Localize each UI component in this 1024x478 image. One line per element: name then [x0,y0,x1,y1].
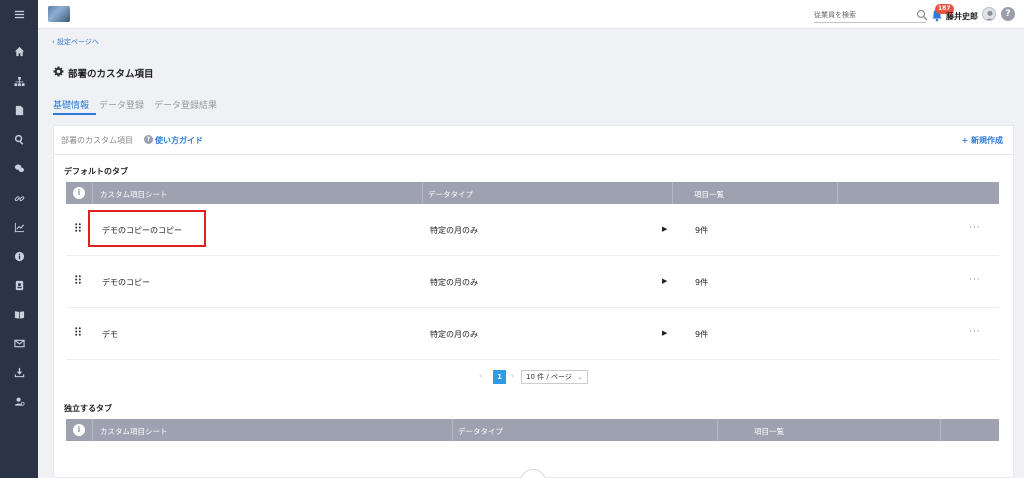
user-settings-icon[interactable] [0,393,38,409]
chevron-left-icon[interactable]: ‹ [479,371,482,380]
search-sidebar-icon[interactable] [0,131,38,147]
item-count: 9件 [695,226,709,235]
more-options-icon[interactable]: ··· [969,223,981,233]
avatar[interactable] [982,7,996,21]
gear-icon [53,66,64,77]
info-icon[interactable] [0,248,38,264]
column-divider [717,419,718,441]
item-count: 9件 [695,330,709,339]
column-header-sheet: カスタム項目シート [100,190,168,199]
document-icon[interactable] [0,102,38,118]
info-icon[interactable]: i [73,424,85,436]
question-icon: ? [144,135,153,144]
book-icon[interactable] [0,306,38,322]
tab-basic-info[interactable]: 基礎情報 [53,98,89,111]
drag-handle-icon[interactable] [75,223,81,232]
sheet-name[interactable]: デモ [102,329,118,340]
info-icon[interactable]: i [73,187,85,199]
page-size-label: 10 件 / ページ [526,373,572,381]
chevron-right-icon[interactable]: › [511,371,514,380]
independent-table-header: i カスタム項目シート データタイプ 項目一覧 [66,419,999,441]
sidebar [0,0,38,478]
back-to-settings-link[interactable]: ‹ 設定ページへ [52,37,99,47]
more-options-icon[interactable]: ··· [969,275,981,285]
column-divider [92,419,93,441]
current-page-button[interactable]: 1 [493,370,506,384]
mail-icon[interactable] [0,335,38,351]
column-header-data-type: データタイプ [458,427,503,436]
default-table-header: i カスタム項目シート データタイプ 項目一覧 [66,182,999,204]
help-icon[interactable]: ? [1001,7,1015,21]
org-chart-icon[interactable] [0,73,38,89]
column-divider [837,182,838,204]
table-row[interactable]: デモのコピーのコピー 特定の月のみ ▶ 9件 ··· [66,204,999,256]
default-tab-label: デフォルトのタブ [64,167,128,176]
column-header-item-list: 項目一覧 [694,190,724,199]
create-new-button[interactable]: + 新規作成 [962,135,1004,146]
card-header: 部署のカスタム項目 ? 使い方ガイド + 新規作成 [54,126,1013,155]
independent-tab-label: 独立するタブ [64,404,112,413]
column-divider [940,419,941,441]
data-type: 特定の月のみ [430,226,478,235]
user-name[interactable]: 藤井史郎 [946,11,978,22]
link-icon[interactable] [0,190,38,206]
employee-search[interactable] [814,8,926,23]
chat-icon[interactable] [0,160,38,176]
card-title: 部署のカスタム項目 [61,136,133,145]
caret-right-icon[interactable]: ▶ [662,225,667,233]
sheet-name[interactable]: デモのコピーのコピー [102,225,182,236]
data-type: 特定の月のみ [430,278,478,287]
table-row[interactable]: デモのコピー 特定の月のみ ▶ 9件 ··· [66,256,999,308]
contact-card-icon[interactable] [0,277,38,293]
custom-fields-card: 部署のカスタム項目 ? 使い方ガイド + 新規作成 デフォルトのタブ i カスタ… [53,125,1014,478]
page-title: 部署のカスタム項目 [68,69,154,80]
page-size-select[interactable]: 10 件 / ページ ⌄ [521,370,588,384]
sheet-name[interactable]: デモのコピー [102,277,150,288]
item-count: 9件 [695,278,709,287]
more-options-icon[interactable]: ··· [969,327,981,337]
tab-data-registration[interactable]: データ登録 [99,98,144,111]
back-link-label: 設定ページへ [57,38,99,46]
column-divider [422,182,423,204]
drag-handle-icon[interactable] [75,327,81,336]
active-tab-indicator [53,113,96,115]
usage-guide-link[interactable]: 使い方ガイド [155,135,203,146]
employee-search-input[interactable] [814,8,914,22]
search-icon[interactable] [916,9,928,21]
tab-registration-results[interactable]: データ登録結果 [154,98,217,111]
column-divider [92,182,93,204]
chevron-down-icon: ⌄ [577,373,583,381]
company-logo[interactable] [48,6,70,22]
caret-right-icon[interactable]: ▶ [662,277,667,285]
table-row[interactable]: デモ 特定の月のみ ▶ 9件 ··· [66,308,999,360]
column-divider [452,419,453,441]
chart-icon[interactable] [0,219,38,235]
drag-handle-icon[interactable] [75,275,81,284]
column-header-data-type: データタイプ [428,190,473,199]
download-icon[interactable] [0,364,38,380]
menu-icon[interactable] [0,6,38,22]
caret-right-icon[interactable]: ▶ [662,329,667,337]
column-divider [672,182,673,204]
column-header-sheet: カスタム項目シート [100,427,168,436]
loading-indicator [520,469,546,478]
column-header-item-list: 項目一覧 [754,427,784,436]
data-type: 特定の月のみ [430,330,478,339]
top-bar: 187 藤井史郎 ? [38,0,1024,29]
home-icon[interactable] [0,43,38,59]
